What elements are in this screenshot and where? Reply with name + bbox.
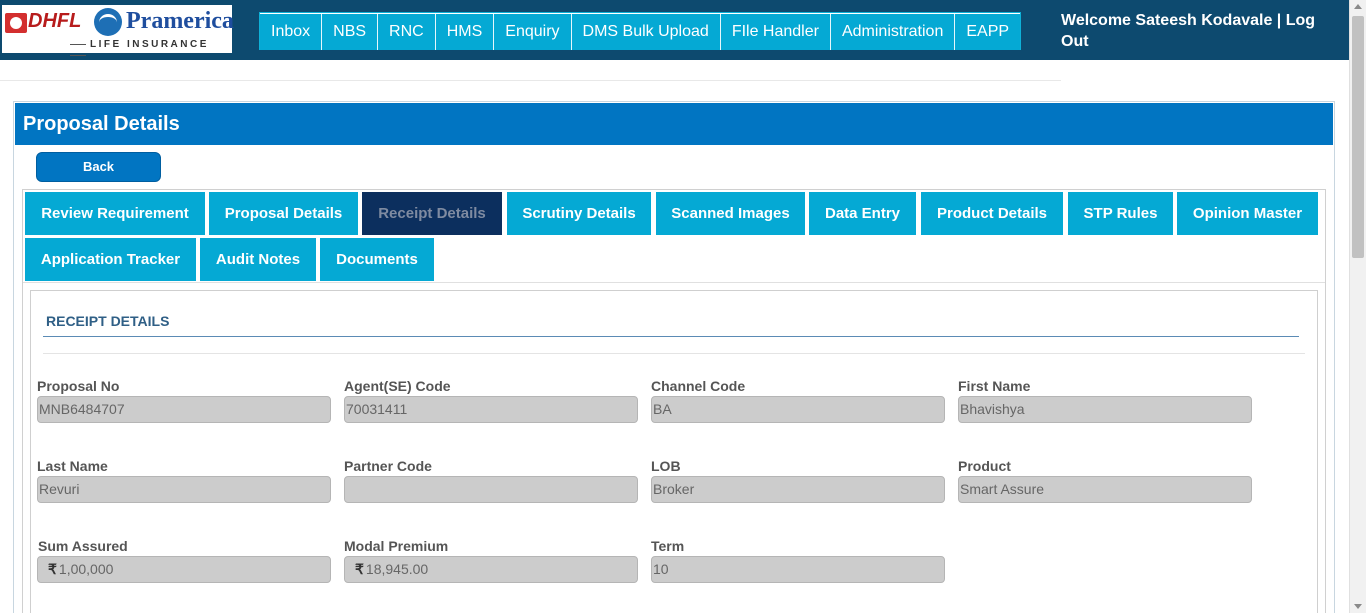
- tab-documents[interactable]: Documents: [320, 238, 434, 281]
- section-title: RECEIPT DETAILS: [46, 313, 170, 329]
- section-divider: [43, 353, 1305, 354]
- panel-title: Proposal Details: [15, 103, 1333, 145]
- channel-code-field[interactable]: BA: [651, 396, 945, 423]
- chevron-down-icon[interactable]: [1354, 604, 1362, 609]
- agent-code-field[interactable]: 70031411: [344, 396, 638, 423]
- proposal-no-field[interactable]: MNB6484707: [37, 396, 331, 423]
- last-name-label: Last Name: [37, 458, 108, 474]
- chevron-up-icon[interactable]: [1354, 4, 1362, 9]
- tab-application-tracker[interactable]: Application Tracker: [25, 238, 196, 281]
- tab-receipt-details[interactable]: Receipt Details: [362, 192, 502, 235]
- lob-label: LOB: [651, 458, 681, 474]
- rupee-icon: ₹: [48, 561, 57, 577]
- lob-field[interactable]: Broker: [651, 476, 945, 503]
- logo-dhfl-text: DHFL: [28, 10, 82, 32]
- first-name-field[interactable]: Bhavishya: [958, 396, 1252, 423]
- modal-premium-value: 18,945.00: [365, 561, 429, 577]
- nav-item-administration[interactable]: Administration: [830, 14, 956, 50]
- product-label: Product: [958, 458, 1011, 474]
- section-title-underline: [43, 336, 1299, 337]
- logo-tagline: LIFE INSURANCE: [66, 39, 232, 61]
- nav-item-enquiry[interactable]: Enquiry: [494, 14, 572, 50]
- sum-assured-label: Sum Assured: [38, 538, 128, 554]
- tab-opinion-master[interactable]: Opinion Master: [1177, 192, 1318, 235]
- nav-item-hms[interactable]: HMS: [435, 14, 495, 50]
- nav-item-file-handler[interactable]: FIle Handler: [720, 14, 831, 50]
- nav-item-nbs[interactable]: NBS: [322, 14, 379, 50]
- partner-code-label: Partner Code: [344, 458, 432, 474]
- nav-item-dms-bulk-upload[interactable]: DMS Bulk Upload: [571, 14, 721, 50]
- agent-code-label: Agent(SE) Code: [344, 378, 451, 394]
- sum-assured-value: 1,00,000: [58, 561, 114, 577]
- term-field[interactable]: 10: [651, 556, 945, 583]
- nav-item-rnc[interactable]: RNC: [378, 14, 436, 50]
- first-name-label: First Name: [958, 378, 1031, 394]
- modal-premium-label: Modal Premium: [344, 538, 449, 554]
- header-divider: [0, 80, 1061, 81]
- tab-product-details[interactable]: Product Details: [921, 192, 1063, 235]
- top-header: DHFL Pramerica LIFE INSURANCE Inbox NBS …: [0, 0, 1349, 60]
- nav-item-eapp[interactable]: EAPP: [955, 14, 1021, 50]
- pramerica-logo-icon: [94, 8, 122, 36]
- nav-item-inbox[interactable]: Inbox: [260, 14, 323, 50]
- company-logo[interactable]: DHFL Pramerica LIFE INSURANCE: [2, 5, 234, 53]
- tab-data-entry[interactable]: Data Entry: [809, 192, 916, 235]
- product-field[interactable]: Smart Assure: [958, 476, 1252, 503]
- scrollbar-thumb[interactable]: [1352, 16, 1364, 258]
- main-nav: Inbox NBS RNC HMS Enquiry DMS Bulk Uploa…: [259, 12, 1022, 50]
- proposal-no-label: Proposal No: [37, 378, 120, 394]
- tab-scanned-images[interactable]: Scanned Images: [656, 192, 805, 235]
- rupee-icon: ₹: [355, 561, 364, 577]
- tab-scrutiny-details[interactable]: Scrutiny Details: [507, 192, 651, 235]
- page-scrollbar[interactable]: [1349, 0, 1366, 613]
- back-button[interactable]: Back: [36, 152, 161, 182]
- welcome-logout-link[interactable]: Welcome Sateesh Kodavale | Log Out: [1061, 10, 1321, 52]
- logo-pramerica-text: Pramerica: [126, 8, 234, 34]
- tab-audit-notes[interactable]: Audit Notes: [200, 238, 316, 281]
- modal-premium-field[interactable]: ₹18,945.00: [344, 556, 638, 583]
- channel-code-label: Channel Code: [651, 378, 746, 394]
- tab-review-requirement[interactable]: Review Requirement: [25, 192, 205, 235]
- tab-stp-rules[interactable]: STP Rules: [1068, 192, 1173, 235]
- partner-code-field[interactable]: [344, 476, 638, 503]
- dhfl-logo-icon: [5, 13, 27, 33]
- term-label: Term: [651, 538, 685, 554]
- sum-assured-field[interactable]: ₹1,00,000: [37, 556, 331, 583]
- last-name-field[interactable]: Revuri: [37, 476, 331, 503]
- tabs-divider: [23, 282, 1325, 283]
- tab-proposal-details[interactable]: Proposal Details: [209, 192, 358, 235]
